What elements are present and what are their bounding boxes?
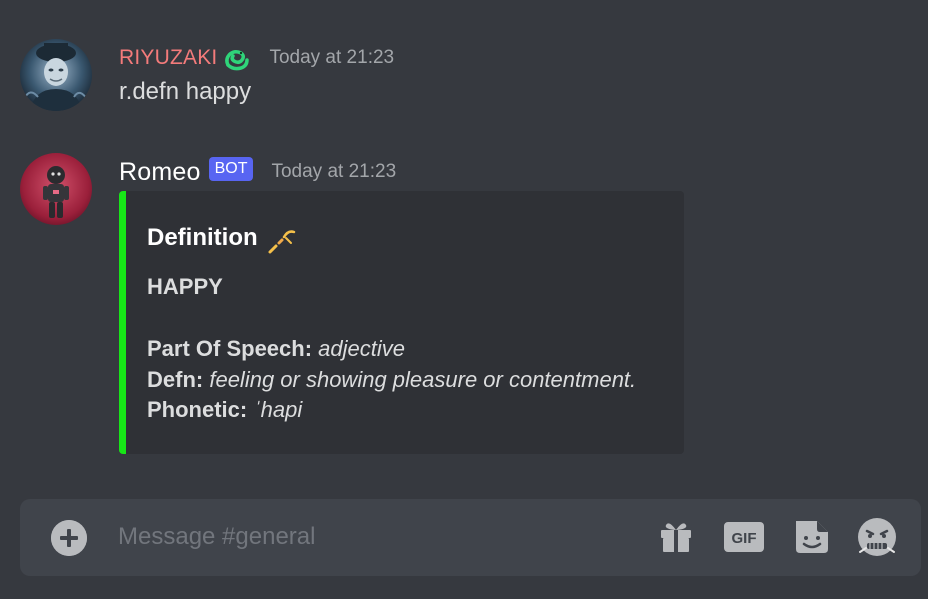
timestamp: Today at 21:23 [271, 161, 397, 182]
embed-field-part-of-speech: Part Of Speech: adjective [147, 336, 405, 362]
message-header: Romeo BOT Today at 21:23 [119, 152, 396, 192]
chat-app: RIYUZAKI Today at 21:23 r.defn happy Rom… [0, 0, 928, 599]
field-value: feeling or showing pleasure or contentme… [209, 367, 637, 392]
username[interactable]: Romeo [119, 158, 201, 187]
message-composer: GIF [20, 499, 921, 576]
field-label: Phonetic: [147, 397, 248, 422]
snake-icon [221, 43, 251, 73]
sticker-icon[interactable] [791, 516, 833, 558]
field-label: Part Of Speech: [147, 336, 313, 361]
field-value: adjective [318, 336, 406, 361]
field-label: Defn: [147, 367, 204, 392]
avatar[interactable] [20, 39, 92, 111]
avatar[interactable] [20, 153, 92, 225]
message-list: RIYUZAKI Today at 21:23 r.defn happy Rom… [0, 0, 928, 490]
emoji-icon[interactable] [856, 516, 898, 558]
username[interactable]: RIYUZAKI [119, 46, 217, 70]
message-header: RIYUZAKI Today at 21:23 [119, 38, 394, 78]
message-input[interactable] [118, 517, 618, 557]
embed-word: HAPPY [147, 274, 223, 299]
message-content: r.defn happy [119, 78, 252, 105]
gif-button[interactable]: GIF [723, 516, 765, 558]
gift-icon[interactable] [655, 516, 697, 558]
field-value: ˈhapi [253, 397, 303, 422]
embed: Definition HAPPY Part Of Speech: adjecti… [119, 191, 684, 454]
timestamp: Today at 21:23 [269, 47, 395, 68]
avatar-image [20, 39, 92, 111]
bot-tag: BOT [208, 157, 254, 181]
pencil-icon [264, 224, 298, 258]
embed-title-row: Definition [147, 221, 298, 255]
embed-field-defn: Defn: feeling or showing pleasure or con… [147, 367, 636, 393]
embed-title: Definition [147, 224, 258, 251]
gif-label: GIF [732, 530, 757, 547]
embed-field-phonetic: Phonetic: ˈhapi [147, 397, 302, 423]
avatar-image [20, 153, 92, 225]
plus-circle-icon[interactable] [51, 520, 87, 556]
